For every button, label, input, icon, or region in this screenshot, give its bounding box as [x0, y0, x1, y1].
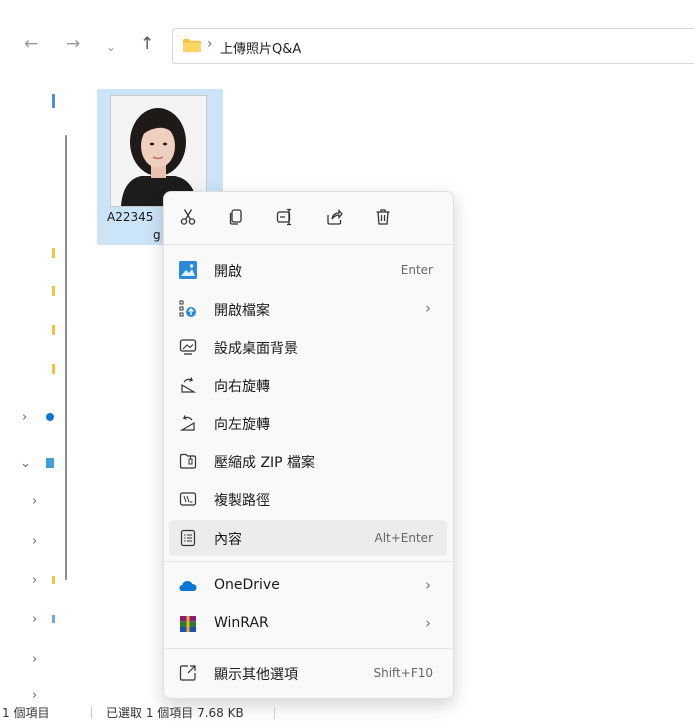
copy-button[interactable] — [225, 206, 247, 228]
menu-item-label: 設成桌面背景 — [214, 341, 298, 357]
menu-item-rotate-left[interactable]: 向左旋轉 — [169, 405, 447, 441]
copy-icon — [229, 209, 242, 225]
menu-separator — [164, 648, 453, 649]
menu-item-show-more-options[interactable]: 顯示其他選項 Shift+F10 — [169, 655, 447, 691]
breadcrumb-separator: › — [207, 36, 213, 52]
tree-item-marker — [52, 248, 55, 258]
menu-item-shortcut: Shift+F10 — [373, 666, 433, 680]
forward-button[interactable]: → — [66, 34, 80, 54]
menu-item-rotate-right[interactable]: 向右旋轉 — [169, 367, 447, 403]
share-icon — [327, 208, 343, 225]
winrar-icon — [179, 615, 197, 633]
cut-button[interactable] — [177, 206, 199, 228]
tree-item-marker — [52, 364, 55, 374]
navigation-pane: › ⌄ › › › › › › — [0, 80, 80, 703]
rotate-left-icon — [179, 414, 197, 432]
properties-icon — [179, 529, 197, 547]
recent-locations-button[interactable]: ⌄ — [106, 37, 116, 57]
tree-expand-chevron[interactable]: › — [32, 573, 37, 588]
tree-item-marker — [52, 286, 55, 296]
menu-item-properties[interactable]: 內容 Alt+Enter — [169, 520, 447, 556]
navigation-bar: ← → ⌄ ↑ › 上傳照片Q&A — [0, 0, 694, 80]
status-divider — [274, 707, 275, 719]
tree-expand-chevron[interactable]: › — [22, 410, 27, 425]
open-with-icon — [179, 300, 197, 318]
scissors-icon — [180, 209, 196, 225]
rename-icon — [276, 208, 291, 226]
breadcrumb-folder[interactable]: 上傳照片Q&A — [220, 38, 301, 57]
share-button[interactable] — [323, 206, 345, 228]
tree-item-marker — [52, 576, 55, 584]
tree-item-marker — [52, 325, 55, 335]
tree-expand-chevron[interactable]: › — [32, 612, 37, 627]
menu-item-set-desktop-background[interactable]: 設成桌面背景 — [169, 329, 447, 365]
copy-path-icon — [179, 490, 197, 508]
tree-expand-chevron[interactable]: › — [32, 494, 37, 509]
menu-separator — [164, 561, 453, 562]
tree-expand-chevron[interactable]: › — [32, 534, 37, 549]
menu-item-label: 壓縮成 ZIP 檔案 — [214, 455, 316, 471]
menu-separator — [164, 244, 453, 245]
back-button[interactable]: ← — [24, 34, 38, 54]
tree-expand-chevron[interactable]: › — [32, 652, 37, 667]
nav-pane-scrollbar[interactable] — [65, 135, 67, 580]
menu-item-label: WinRAR — [214, 615, 269, 631]
menu-item-label: 開啟檔案 — [214, 303, 270, 319]
rotate-right-icon — [179, 376, 197, 394]
tree-item-marker — [52, 615, 55, 623]
menu-item-label: 向左旋轉 — [214, 417, 270, 433]
submenu-arrow-icon: › — [425, 576, 431, 594]
menu-item-open[interactable]: 開啟 Enter — [169, 252, 447, 288]
photos-app-icon — [179, 261, 197, 279]
more-options-icon — [179, 664, 197, 682]
menu-item-compress-zip[interactable]: 壓縮成 ZIP 檔案 — [169, 443, 447, 479]
address-bar[interactable]: › 上傳照片Q&A — [172, 28, 694, 64]
menu-item-copy-path[interactable]: 複製路徑 — [169, 481, 447, 517]
menu-item-shortcut: Enter — [400, 263, 433, 277]
tree-item-marker — [52, 94, 55, 108]
menu-item-shortcut: Alt+Enter — [374, 531, 433, 545]
folder-icon — [183, 39, 201, 52]
submenu-arrow-icon: › — [425, 299, 431, 317]
tree-expand-chevron[interactable]: › — [32, 688, 37, 703]
up-button[interactable]: ↑ — [140, 34, 154, 54]
menu-item-winrar[interactable]: WinRAR › — [169, 606, 447, 642]
menu-item-label: 向右旋轉 — [214, 379, 270, 395]
menu-item-label: 開啟 — [214, 264, 242, 280]
selection-info: 已選取 1 個項目 7.68 KB — [106, 706, 244, 720]
menu-item-onedrive[interactable]: OneDrive › — [169, 568, 447, 604]
menu-item-label: OneDrive — [214, 577, 280, 593]
onedrive-cloud-icon — [179, 577, 197, 595]
file-name-continued: g — [153, 228, 161, 242]
menu-item-label: 顯示其他選項 — [214, 667, 298, 683]
zip-folder-icon — [179, 452, 197, 470]
status-divider — [91, 707, 92, 719]
menu-item-open-with[interactable]: 開啟檔案 › — [169, 291, 447, 327]
delete-button[interactable] — [372, 206, 394, 228]
trash-icon — [376, 209, 390, 225]
onedrive-icon — [46, 413, 54, 421]
item-count: 1 個項目 — [2, 706, 50, 720]
status-bar: 1 個項目 已選取 1 個項目 7.68 KB — [0, 704, 694, 722]
tree-collapse-chevron[interactable]: ⌄ — [20, 456, 31, 471]
this-pc-icon — [46, 458, 54, 468]
menu-item-label: 複製路徑 — [214, 493, 270, 509]
file-name: A22345 — [107, 210, 154, 224]
menu-item-label: 內容 — [214, 532, 242, 548]
desktop-background-icon — [179, 338, 197, 356]
submenu-arrow-icon: › — [425, 614, 431, 632]
rename-button[interactable] — [274, 206, 296, 228]
context-menu: 開啟 Enter 開啟檔案 › 設成桌面背景 向右旋轉 向左旋轉 壓縮成 ZIP… — [163, 191, 454, 699]
quick-actions-row — [164, 192, 453, 244]
